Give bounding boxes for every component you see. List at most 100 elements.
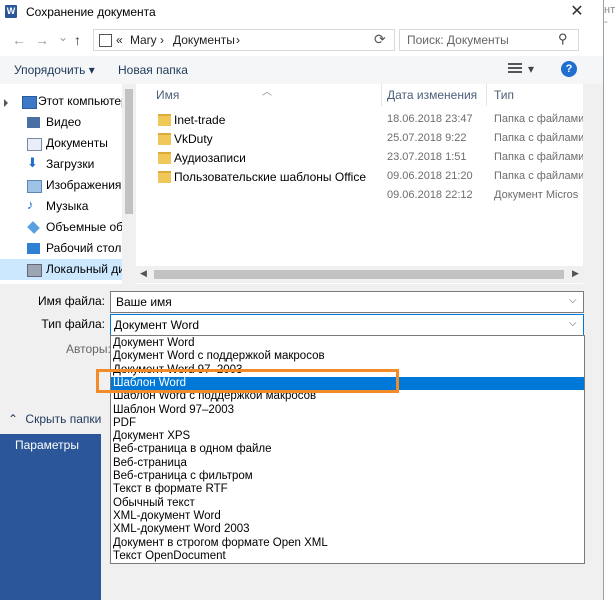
filetype-select[interactable]: Документ Word ⌵ [110,314,584,336]
filetype-option[interactable]: Веб-страница в одном файле [111,443,584,456]
file-row[interactable]: Inet-trade 18.06.2018 23:47 Папка с файл… [136,110,583,129]
nav-item-3d-objects[interactable]: Объемные объ [0,217,130,238]
filetype-option[interactable]: Текст в формате RTF [111,483,584,496]
background-document-edge: нт3 - [604,0,615,600]
filetype-option[interactable]: Документ XPS [111,430,584,443]
sort-chevron-up-icon: ︿ [262,87,272,98]
filetype-option[interactable]: XML-документ Word [111,510,584,523]
downloads-icon: ⬇ [27,155,38,170]
nav-item-local-disk[interactable]: Локальный дис [0,259,131,280]
file-date: 18.06.2018 23:47 [387,113,473,125]
column-divider[interactable] [381,84,382,106]
column-header-name[interactable]: Имя [156,88,179,102]
word-app-icon: W [5,5,17,18]
scroll-right-icon[interactable]: ▶ [572,268,579,279]
navigation-pane: Этот компьютер Видео Документы ⬇ Загрузк… [0,84,136,284]
filetype-option[interactable]: XML-документ Word 2003 [111,523,584,536]
file-name: Inet-trade [174,113,226,127]
filetype-option[interactable]: PDF [111,417,584,430]
hide-folders-button[interactable]: ⌃ Скрыть папки [8,412,101,426]
file-date: 23.07.2018 1:51 [387,151,467,163]
nav-item-downloads[interactable]: ⬇ Загрузки [0,154,122,175]
search-box[interactable]: Поиск: Документы ⚲ [399,29,579,51]
forward-arrow-icon[interactable]: → [35,32,49,48]
breadcrumb-mary[interactable]: Mary [130,33,157,47]
view-dropdown-chevron-icon[interactable]: ▾ [528,62,534,76]
column-header-date[interactable]: Дата изменения [387,88,477,102]
new-folder-button[interactable]: Новая папка [118,63,188,77]
column-divider[interactable] [486,84,487,106]
nav-item-label: Локальный дис [46,262,131,276]
backstage-left-panel: Параметры [0,434,101,600]
local-disk-icon [27,264,42,277]
filetype-option[interactable]: Веб-страница [111,457,584,470]
nav-item-video[interactable]: Видео [0,112,122,133]
nav-item-documents[interactable]: Документы [0,133,122,154]
close-icon[interactable]: ✕ [566,2,588,22]
computer-icon [22,96,37,109]
recent-locations-chevron-icon[interactable]: ⌄ [58,30,68,44]
file-row[interactable]: Пользовательские шаблоны Office 09.06.20… [136,167,583,186]
documents-icon [27,138,42,151]
view-options-icon[interactable] [508,63,522,75]
3d-objects-icon [27,221,40,234]
filename-label: Имя файла: [38,294,105,308]
file-row[interactable]: 09.06.2018 22:12 Документ Micros [136,186,583,205]
organize-button[interactable]: Упорядочить ▾ [14,63,95,77]
nav-item-pictures[interactable]: Изображения [0,175,122,196]
video-icon [27,117,40,128]
scroll-left-icon[interactable]: ◀ [140,268,147,279]
file-type: Папка с файлами [494,151,583,163]
breadcrumb-separator: › [160,33,164,47]
file-row[interactable]: Аудиозаписи 23.07.2018 1:51 Папка с файл… [136,148,583,167]
back-arrow-icon[interactable]: ← [12,32,26,48]
nav-item-music[interactable]: ♪ Музыка [0,196,122,217]
address-bar[interactable]: « Mary › Документы › ⟳ [93,29,395,51]
column-header-type[interactable]: Тип [494,88,514,102]
file-date: 25.07.2018 9:22 [387,132,467,144]
desktop-icon [27,243,40,254]
filetype-option[interactable]: Документ в строгом формате Open XML [111,537,584,550]
file-name: Пользовательские шаблоны Office [174,170,366,184]
nav-scroll-thumb[interactable] [125,89,133,214]
file-date: 09.06.2018 22:12 [387,189,473,201]
filename-dropdown-chevron-icon[interactable]: ⌵ [569,295,577,306]
parameters-menu-item[interactable]: Параметры [15,438,79,452]
search-icon[interactable]: ⚲ [558,31,568,47]
file-name: Аудиозаписи [174,151,246,165]
nav-item-this-pc[interactable]: Этот компьютер [0,91,128,112]
breadcrumb-separator-end[interactable]: › [236,33,240,47]
navigation-bar: ← → ⌄ ↑ « Mary › Документы › ⟳ Поиск: До… [0,24,603,56]
filetype-label: Тип файла: [41,317,105,331]
nav-item-label: Рабочий стол [46,241,122,255]
nav-item-desktop[interactable]: Рабочий стол [0,238,122,259]
file-list-horizontal-scrollbar[interactable]: ◀ ▶ [136,266,583,283]
nav-item-label: Музыка [46,199,89,213]
file-type: Папка с файлами [494,113,583,125]
refresh-icon[interactable]: ⟳ [374,31,386,48]
file-row[interactable]: VkDuty 25.07.2018 9:22 Папка с файлами [136,129,583,148]
highlight-annotation-box [96,369,399,393]
filetype-option[interactable]: Документ Word [111,337,584,350]
file-type: Папка с файлами [494,170,583,182]
filetype-option[interactable]: Текст OpenDocument [111,550,584,563]
filetype-option[interactable]: Обычный текст [111,497,584,510]
command-bar: Упорядочить ▾ Новая папка ▾ ? [0,56,603,84]
nav-item-label: Загрузки [46,157,95,171]
filetype-option[interactable]: Документ Word с поддержкой макросов [111,350,584,363]
filename-input[interactable]: Ваше имя ⌵ [110,291,584,313]
nav-item-label: Документы [46,136,108,150]
folder-icon [158,114,171,126]
help-icon[interactable]: ? [561,61,577,77]
filetype-dropdown-chevron-icon[interactable]: ⌵ [569,318,577,329]
up-arrow-icon[interactable]: ↑ [74,32,81,48]
expand-chevron-icon[interactable] [4,99,8,107]
pictures-icon [27,180,42,193]
breadcrumb-documents[interactable]: Документы [173,33,235,47]
nav-item-label: Изображения [46,178,122,192]
filetype-option[interactable]: Шаблон Word 97–2003 [111,404,584,417]
horizontal-scroll-thumb[interactable] [154,270,564,279]
filetype-option[interactable]: Веб-страница с фильтром [111,470,584,483]
file-name: VkDuty [174,132,213,146]
nav-pane-scrollbar[interactable] [122,84,136,284]
